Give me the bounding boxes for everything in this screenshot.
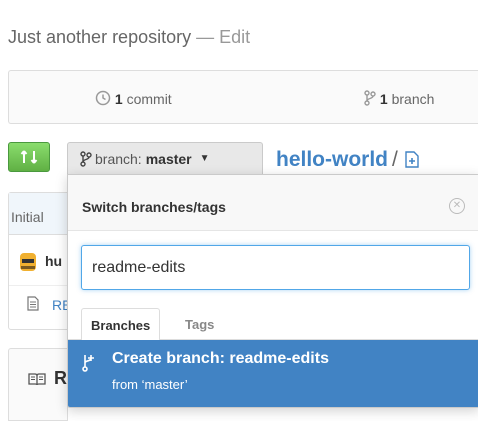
tab-branches[interactable]: Branches bbox=[81, 308, 161, 341]
create-branch-item[interactable]: Create branch: readme-edits from ‘master… bbox=[68, 340, 478, 407]
repository-page: Just another repository — Edit 1 commit … bbox=[0, 0, 478, 421]
description-text: Just another repository bbox=[8, 27, 192, 47]
branch-create-icon bbox=[82, 355, 94, 372]
description-separator: — bbox=[196, 27, 215, 47]
compare-button[interactable] bbox=[8, 142, 50, 172]
commits-count: 1 bbox=[114, 91, 123, 107]
avatar bbox=[20, 253, 36, 271]
dropdown-tabs: Branches Tags bbox=[68, 308, 478, 341]
tab-tags[interactable]: Tags bbox=[176, 308, 223, 341]
branches-label: branch bbox=[391, 91, 435, 107]
repo-description: Just another repository — Edit bbox=[8, 27, 250, 48]
branch-icon bbox=[364, 90, 376, 106]
dropdown-header: Switch branches/tags ✕ bbox=[68, 175, 478, 231]
commit-author[interactable]: hu bbox=[45, 253, 62, 269]
close-icon[interactable]: ✕ bbox=[449, 198, 465, 214]
branch-select-prefix: branch: bbox=[95, 150, 142, 167]
commit-message[interactable]: Initial bbox=[11, 209, 44, 225]
numbers-summary: 1 commit 1 branch bbox=[8, 70, 478, 124]
compare-icon bbox=[20, 150, 38, 164]
readme-title: R bbox=[54, 368, 67, 388]
chevron-down-icon: ▼ bbox=[199, 153, 210, 164]
create-branch-source: from ‘master’ bbox=[112, 377, 188, 392]
commits-link[interactable]: 1 commit bbox=[95, 90, 172, 107]
branch-icon bbox=[80, 150, 92, 167]
branches-link[interactable]: 1 branch bbox=[364, 90, 434, 107]
breadcrumb: hello-world / bbox=[276, 148, 420, 174]
current-branch-name: master bbox=[145, 150, 192, 167]
branch-filter-input[interactable] bbox=[81, 245, 470, 290]
breadcrumb-separator: / bbox=[392, 148, 398, 171]
add-file-icon[interactable] bbox=[404, 150, 420, 174]
file-icon bbox=[27, 296, 39, 311]
commits-label: commit bbox=[126, 91, 172, 107]
edit-description-link[interactable]: Edit bbox=[219, 27, 250, 47]
dropdown-title: Switch branches/tags bbox=[82, 199, 226, 215]
repo-name-link[interactable]: hello-world bbox=[276, 148, 388, 171]
create-branch-title: Create branch: readme-edits bbox=[112, 350, 329, 367]
book-icon bbox=[28, 373, 46, 386]
branch-select-button[interactable]: branch: master ▼ bbox=[67, 142, 263, 174]
branch-dropdown: Switch branches/tags ✕ Branches Tags Cre… bbox=[67, 174, 478, 408]
history-icon bbox=[95, 90, 111, 106]
branches-count: 1 bbox=[379, 91, 388, 107]
